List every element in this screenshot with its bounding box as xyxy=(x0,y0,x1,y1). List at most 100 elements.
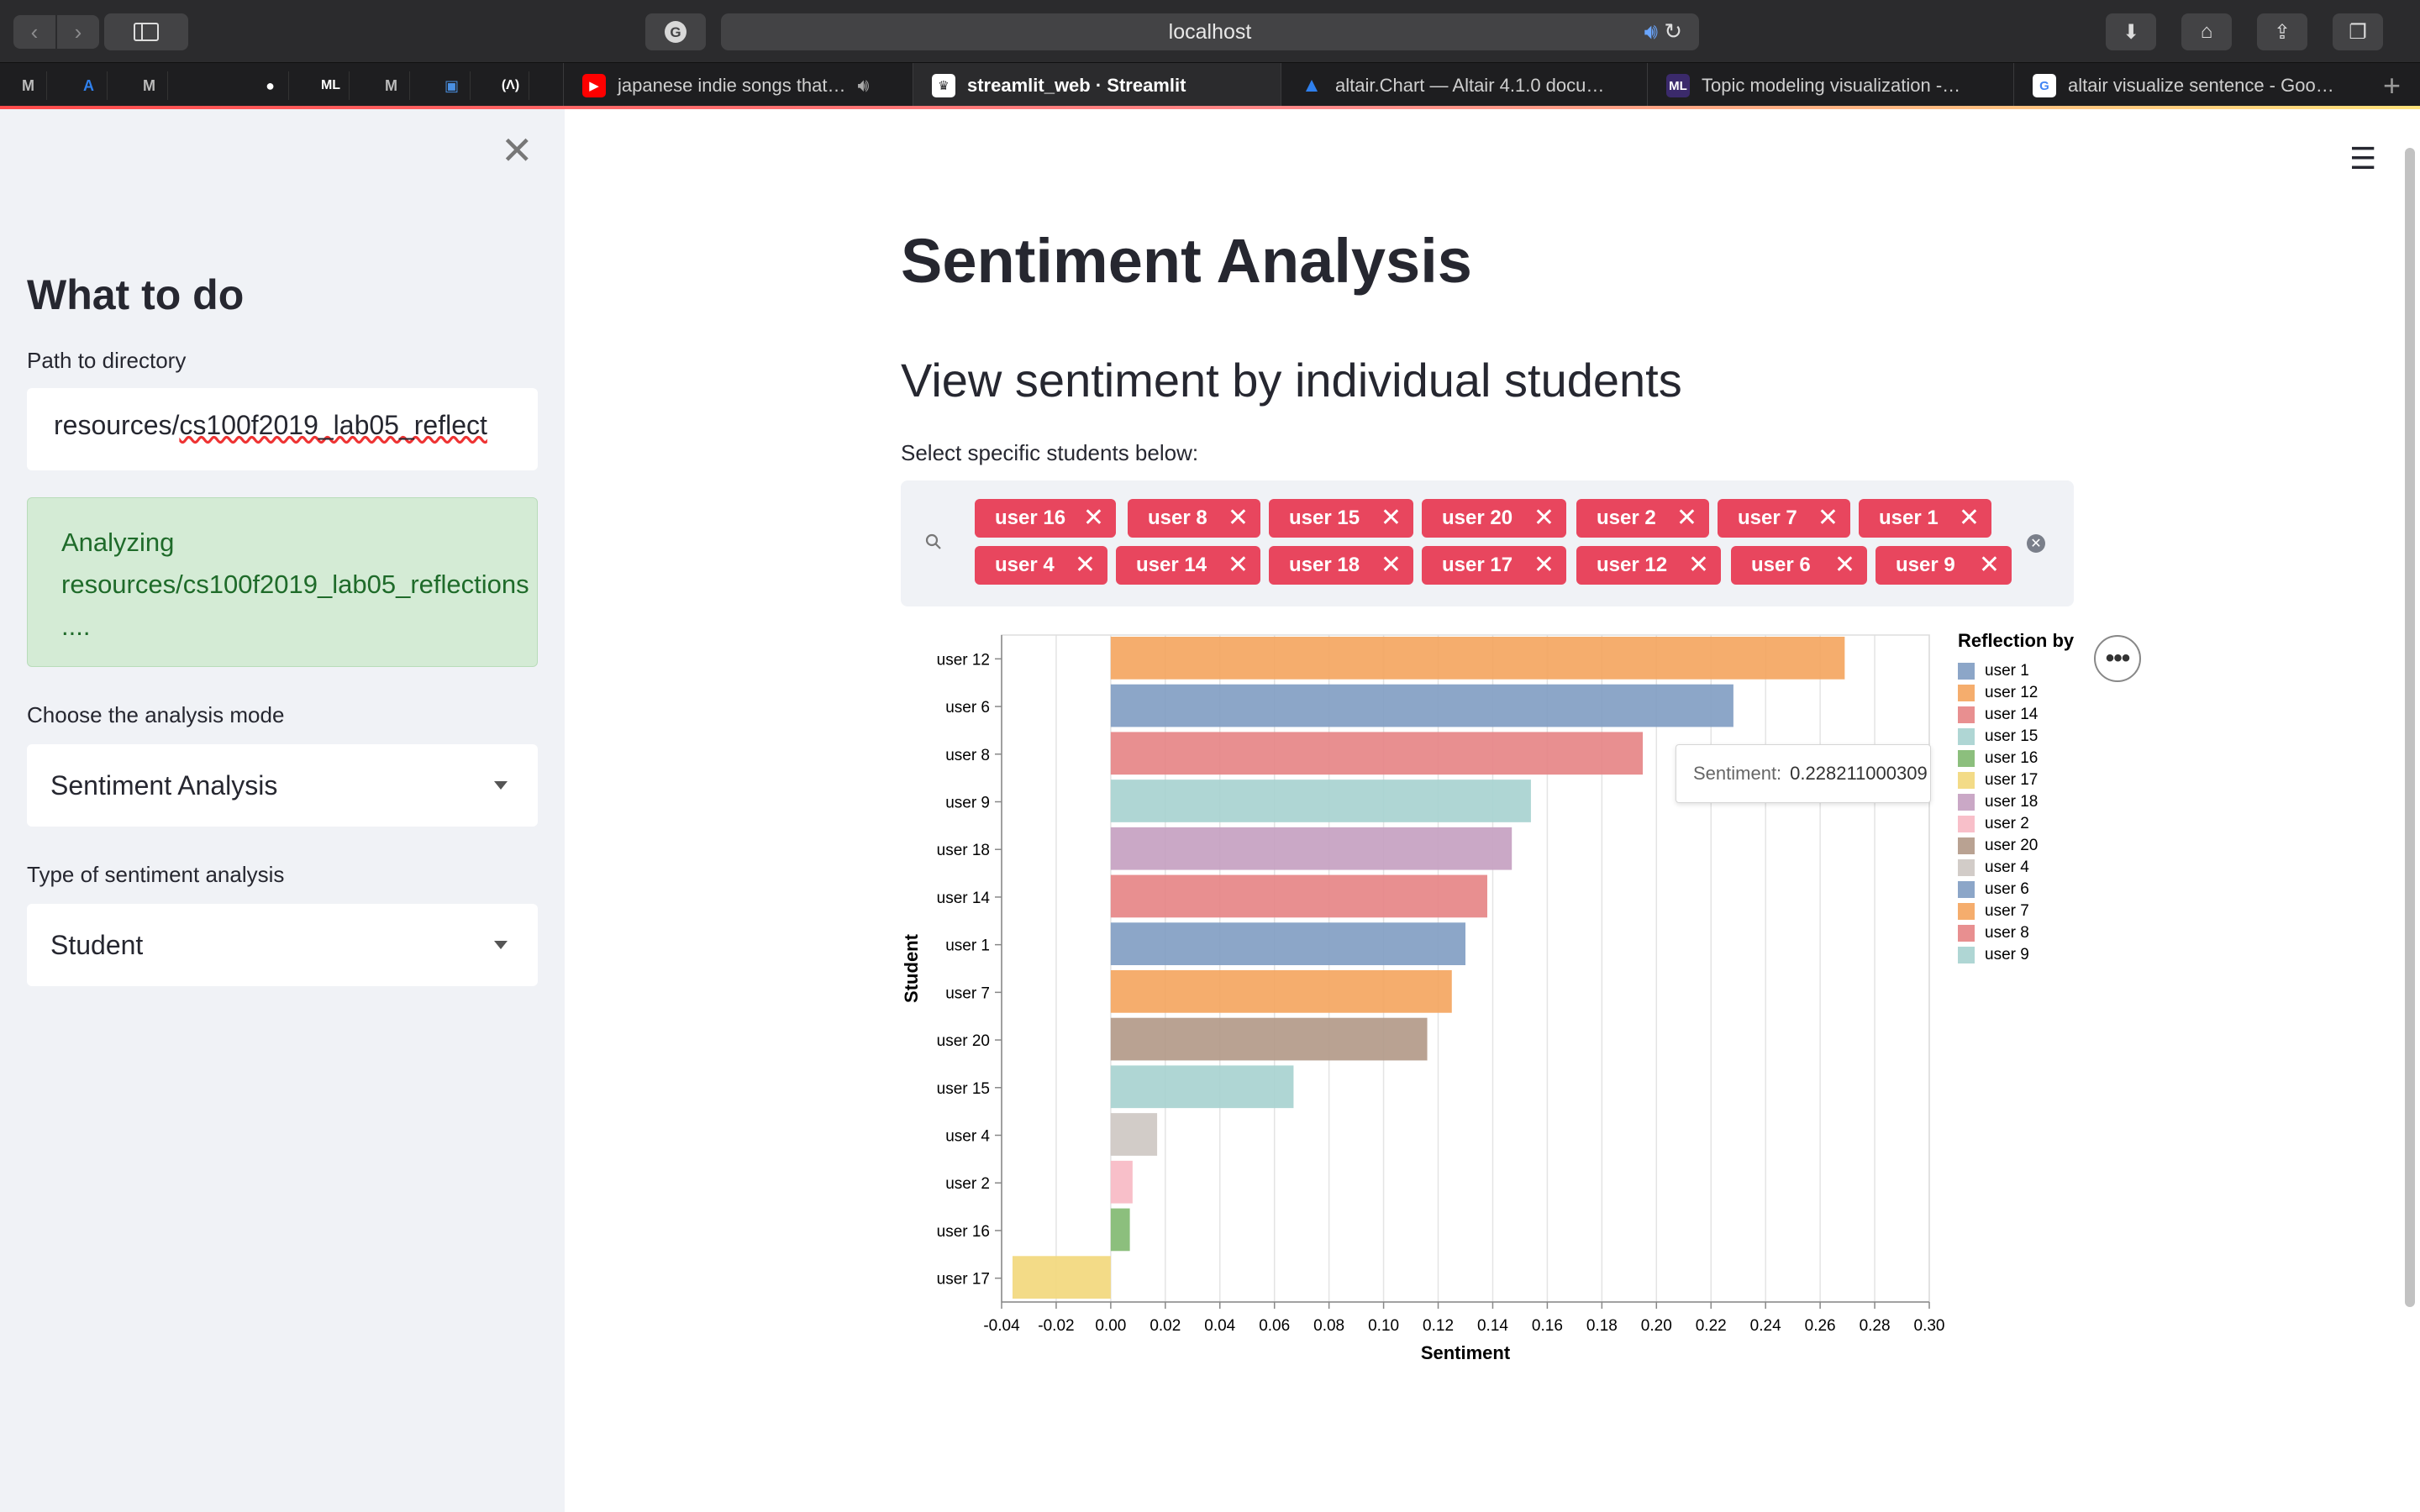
bar[interactable] xyxy=(1110,732,1644,775)
chart-actions-button[interactable]: ••• xyxy=(2094,635,2141,682)
legend-item[interactable]: user 7 xyxy=(1958,900,2074,922)
back-button[interactable]: ‹ xyxy=(13,15,55,49)
legend-item[interactable]: user 17 xyxy=(1958,769,2074,791)
close-sidebar-icon[interactable]: ✕ xyxy=(501,131,534,170)
bar[interactable] xyxy=(1110,874,1487,918)
sentiment-type-select[interactable]: Student xyxy=(27,904,538,986)
reload-icon[interactable]: ↻ xyxy=(1664,18,1682,44)
bar[interactable] xyxy=(1110,780,1531,822)
bar[interactable] xyxy=(1110,1113,1158,1156)
bar[interactable] xyxy=(1012,1256,1111,1299)
chip-label: user 20 xyxy=(1442,507,1513,529)
legend-item[interactable]: user 14 xyxy=(1958,704,2074,726)
bar[interactable] xyxy=(1110,1065,1294,1109)
remove-chip-icon[interactable]: ✕ xyxy=(1075,553,1096,578)
pinned-tab-7[interactable]: ▣ xyxy=(434,71,471,100)
remove-chip-icon[interactable]: ✕ xyxy=(1083,506,1104,531)
downloads-button[interactable]: ⬇ xyxy=(2106,13,2156,50)
remove-chip-icon[interactable]: ✕ xyxy=(1534,506,1555,531)
legend-item[interactable]: user 16 xyxy=(1958,748,2074,769)
tab-google-search[interactable]: G altair visualize sentence - Goo… xyxy=(2013,63,2380,108)
share-button[interactable]: ⇪ xyxy=(2257,13,2307,50)
pinned-tab-ml[interactable]: ML xyxy=(313,71,350,100)
bar[interactable] xyxy=(1110,922,1465,965)
legend-item[interactable]: user 18 xyxy=(1958,791,2074,813)
remove-chip-icon[interactable]: ✕ xyxy=(1228,506,1249,531)
legend-label: user 18 xyxy=(1985,793,2039,811)
tab-youtube[interactable]: ▶ japanese indie songs that… 🔊︎ xyxy=(563,63,913,108)
speaker-icon[interactable]: 🔊︎ xyxy=(1644,18,1658,44)
address-bar[interactable]: localhost 🔊︎ ↻ xyxy=(721,13,1699,50)
tooltip-key: Sentiment: xyxy=(1693,763,1782,784)
legend-swatch xyxy=(1958,663,1975,680)
x-tick-label: 0.28 xyxy=(1860,1317,1891,1335)
student-chip[interactable]: user 15 ✕ xyxy=(1269,499,1413,538)
legend-item[interactable]: user 9 xyxy=(1958,944,2074,966)
legend-item[interactable]: user 15 xyxy=(1958,726,2074,748)
remove-chip-icon[interactable]: ✕ xyxy=(1688,553,1709,578)
x-tick-label: 0.20 xyxy=(1641,1317,1672,1335)
remove-chip-icon[interactable]: ✕ xyxy=(1381,553,1402,578)
legend-item[interactable]: user 4 xyxy=(1958,857,2074,879)
forward-button[interactable]: › xyxy=(57,15,99,49)
pinned-tab-8[interactable]: (Λ) xyxy=(492,71,529,100)
legend-item[interactable]: user 6 xyxy=(1958,879,2074,900)
analysis-mode-select[interactable]: Sentiment Analysis xyxy=(27,744,538,827)
remove-chip-icon[interactable]: ✕ xyxy=(1534,553,1555,578)
bar[interactable] xyxy=(1110,970,1452,1013)
student-chip[interactable]: user 14 ✕ xyxy=(1116,546,1260,585)
legend-item[interactable]: user 2 xyxy=(1958,813,2074,835)
pinned-tab-github[interactable]: ● xyxy=(252,71,289,100)
remove-chip-icon[interactable]: ✕ xyxy=(1228,553,1249,578)
remove-chip-icon[interactable]: ✕ xyxy=(1834,553,1855,578)
pinned-tab-6[interactable]: M xyxy=(373,71,410,100)
remove-chip-icon[interactable]: ✕ xyxy=(1959,506,1980,531)
student-chip[interactable]: user 9 ✕ xyxy=(1876,546,2012,585)
pinned-tab-1[interactable]: M xyxy=(10,71,47,100)
bar[interactable] xyxy=(1110,1017,1428,1061)
student-chip[interactable]: user 2 ✕ xyxy=(1576,499,1709,538)
legend-swatch xyxy=(1958,925,1975,942)
legend-item[interactable]: user 1 xyxy=(1958,660,2074,682)
student-chip[interactable]: user 8 ✕ xyxy=(1128,499,1260,538)
student-chip[interactable]: user 12 ✕ xyxy=(1576,546,1721,585)
clear-all-icon[interactable]: ✕ xyxy=(2027,534,2045,553)
tab-altair-docs[interactable]: ▲ altair.Chart — Altair 4.1.0 docu… xyxy=(1281,63,1647,108)
bar[interactable] xyxy=(1110,684,1733,727)
grammarly-button[interactable]: G xyxy=(645,13,706,50)
home-button[interactable]: ⌂ xyxy=(2181,13,2232,50)
tab-streamlit[interactable]: ♛ streamlit_web · Streamlit xyxy=(913,63,1281,108)
student-chip[interactable]: user 6 ✕ xyxy=(1731,546,1867,585)
bar[interactable] xyxy=(1110,637,1845,680)
x-tick-label: 0.18 xyxy=(1586,1317,1618,1335)
student-chip[interactable]: user 18 ✕ xyxy=(1269,546,1413,585)
student-chip[interactable]: user 20 ✕ xyxy=(1422,499,1566,538)
bar[interactable] xyxy=(1110,1208,1130,1252)
remove-chip-icon[interactable]: ✕ xyxy=(1381,506,1402,531)
new-tab-button[interactable]: + xyxy=(2383,68,2401,103)
student-chip[interactable]: user 7 ✕ xyxy=(1718,499,1850,538)
remove-chip-icon[interactable]: ✕ xyxy=(1676,506,1697,531)
tab-topic-modeling[interactable]: ML Topic modeling visualization -… xyxy=(1647,63,2013,108)
student-chip[interactable]: user 1 ✕ xyxy=(1859,499,1991,538)
legend-item[interactable]: user 8 xyxy=(1958,922,2074,944)
student-chip[interactable]: user 4 ✕ xyxy=(975,546,1107,585)
pinned-tab-3[interactable]: M xyxy=(131,71,168,100)
student-chip[interactable]: user 16 ✕ xyxy=(975,499,1116,538)
tab-audio-icon[interactable]: 🔊︎ xyxy=(858,75,870,97)
pinned-tab-2[interactable]: A xyxy=(71,71,108,100)
legend-item[interactable]: user 12 xyxy=(1958,682,2074,704)
student-chip[interactable]: user 17 ✕ xyxy=(1422,546,1566,585)
legend-item[interactable]: user 20 xyxy=(1958,835,2074,857)
remove-chip-icon[interactable]: ✕ xyxy=(1979,553,2000,578)
scrollbar[interactable] xyxy=(2405,148,2415,1307)
path-input[interactable]: resources/cs100f2019_lab05_reflect xyxy=(27,388,538,470)
hamburger-menu-icon[interactable]: ☰ xyxy=(2349,141,2376,176)
remove-chip-icon[interactable]: ✕ xyxy=(1818,506,1839,531)
student-multiselect[interactable]: user 16 ✕ user 8 ✕ user 15 ✕ user 20 ✕ user 2 ✕ us… xyxy=(901,480,2074,606)
x-tick-label: 0.00 xyxy=(1095,1317,1126,1335)
bar[interactable] xyxy=(1110,827,1512,870)
tab-overview-button[interactable]: ❐ xyxy=(2333,13,2383,50)
sidebar-toggle-button[interactable] xyxy=(104,13,188,50)
bar[interactable] xyxy=(1110,1160,1133,1204)
